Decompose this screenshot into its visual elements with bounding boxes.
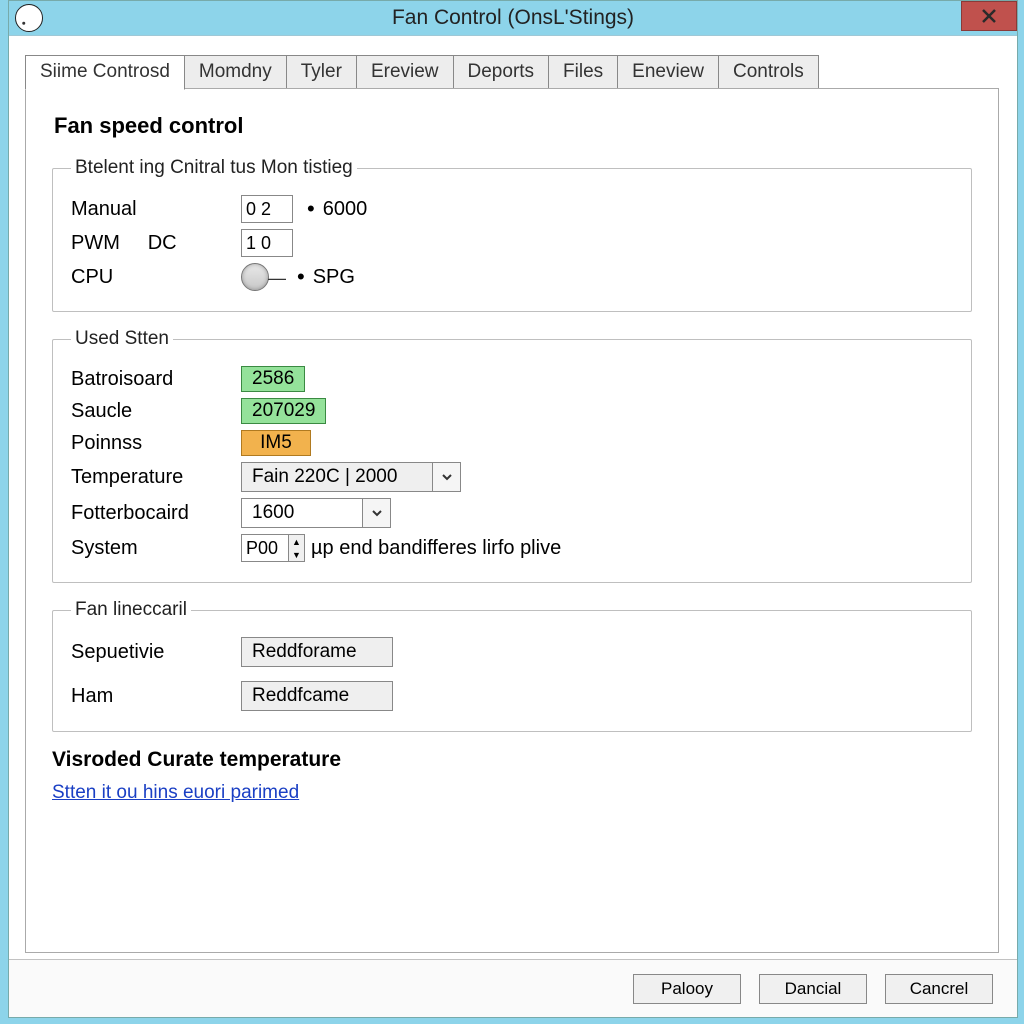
system-spinner-input[interactable]	[242, 535, 288, 561]
close-icon	[981, 8, 997, 24]
group-fan-lineccaril-legend: Fan lineccaril	[71, 599, 191, 621]
group-control-settings-legend: Btelent ing Cnitral tus Mon tistieg	[71, 157, 357, 179]
tab-tyler[interactable]: Tyler	[286, 55, 357, 90]
close-button[interactable]	[961, 1, 1017, 31]
temperature-combo-text: Fain 220C | 2000	[242, 463, 432, 491]
system-after: µp end bandifferes lirfo plive	[311, 537, 561, 560]
cpu-slider[interactable]	[241, 263, 269, 291]
tab-ereview[interactable]: Ereview	[356, 55, 454, 90]
temperature-combo[interactable]: Fain 220C | 2000	[241, 462, 461, 492]
fotterbocaird-combo[interactable]: 1600	[241, 498, 391, 528]
manual-input[interactable]	[241, 195, 293, 223]
chevron-down-icon[interactable]	[362, 499, 390, 527]
chevron-down-icon[interactable]	[432, 463, 460, 491]
cpu-after: SPG	[297, 264, 355, 290]
spinner-down-icon[interactable]: ▼	[289, 548, 304, 561]
manual-label: Manual	[71, 198, 241, 221]
ham-field[interactable]: Reddfcame	[241, 681, 393, 711]
sepuetivie-field[interactable]: Reddforame	[241, 637, 393, 667]
cpu-label: CPU	[71, 266, 241, 289]
tabstrip: Siime Controsd Momdny Tyler Ereview Depo…	[9, 36, 1017, 90]
titlebar: Fan Control (OnsL'Stings)	[9, 1, 1017, 35]
main-window: Fan Control (OnsL'Stings) Siime Controsd…	[8, 0, 1018, 1018]
tab-momdny[interactable]: Momdny	[184, 55, 287, 90]
saucle-label: Saucle	[71, 400, 241, 423]
temperature-label: Temperature	[71, 466, 241, 489]
tab-siime-controsd[interactable]: Siime Controsd	[25, 55, 185, 90]
tab-controls[interactable]: Controls	[718, 55, 819, 90]
client-area: Siime Controsd Momdny Tyler Ereview Depo…	[9, 35, 1017, 1017]
system-label: System	[71, 537, 241, 560]
group-used-stten-legend: Used Stten	[71, 328, 173, 350]
poinnss-value: IM5	[241, 430, 311, 456]
page-heading: Fan speed control	[54, 113, 972, 139]
spinner-up-icon[interactable]: ▲	[289, 535, 304, 548]
curate-link[interactable]: Stten it ou hins euori parimed	[52, 782, 299, 804]
dc-sublabel: DC	[148, 232, 177, 254]
footer: Palooy Dancial Cancrel	[9, 959, 1017, 1017]
pwm-label: PWM DC	[71, 232, 241, 255]
tab-deports[interactable]: Deports	[453, 55, 550, 90]
batroisoard-label: Batroisoard	[71, 368, 241, 391]
app-icon	[15, 4, 43, 32]
group-control-settings: Btelent ing Cnitral tus Mon tistieg Manu…	[52, 157, 972, 312]
pwm-input[interactable]	[241, 229, 293, 257]
manual-after: 6000	[307, 196, 367, 222]
spinner-buttons[interactable]: ▲▼	[288, 535, 304, 561]
tab-files[interactable]: Files	[548, 55, 618, 90]
sepuetivie-label: Sepuetivie	[71, 641, 241, 664]
ham-label: Ham	[71, 685, 241, 708]
cancel-button[interactable]: Cancrel	[885, 974, 993, 1004]
tab-panel: Fan speed control Btelent ing Cnitral tu…	[25, 88, 999, 953]
ham-text: Reddfcame	[242, 682, 392, 710]
sepuetivie-text: Reddforame	[242, 638, 392, 666]
ok-button[interactable]: Palooy	[633, 974, 741, 1004]
group-fan-lineccaril: Fan lineccaril Sepuetivie Reddforame Ham…	[52, 599, 972, 732]
saucle-value: 207029	[241, 398, 326, 424]
system-spinner[interactable]: ▲▼	[241, 534, 305, 562]
group-used-stten: Used Stten Batroisoard 2586 Saucle 20702…	[52, 328, 972, 583]
fotterbocaird-combo-text: 1600	[242, 499, 362, 527]
subheading: Visroded Curate temperature	[52, 748, 972, 772]
poinnss-label: Poinnss	[71, 432, 241, 455]
window-title: Fan Control (OnsL'Stings)	[9, 6, 1017, 30]
fotterbocaird-label: Fotterbocaird	[71, 502, 241, 525]
apply-button[interactable]: Dancial	[759, 974, 867, 1004]
batroisoard-value: 2586	[241, 366, 305, 392]
pwm-sublabel: PWM	[71, 232, 120, 254]
tab-eneview[interactable]: Eneview	[617, 55, 719, 90]
